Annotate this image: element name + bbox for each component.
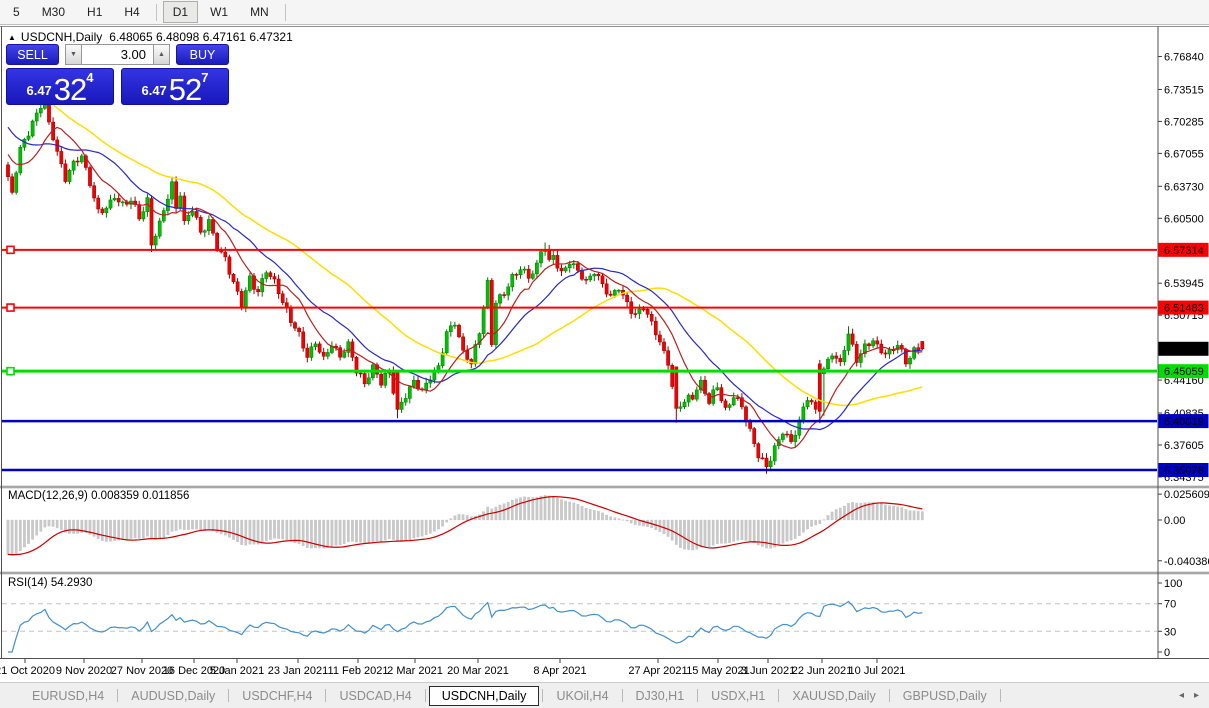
macd-indicator-label: MACD(12,26,9) 0.008359 0.011856 — [8, 490, 189, 502]
one-click-trading-panel: SELL ▼ 3.00 ▲ BUY 6.47 32 4 6.47 52 7 — [6, 44, 229, 105]
svg-text:9 Nov 2020: 9 Nov 2020 — [56, 665, 112, 677]
collapse-panel-icon[interactable]: ▲ — [8, 33, 16, 42]
svg-text:2 Mar 2021: 2 Mar 2021 — [387, 665, 443, 677]
svg-text:-0.040386: -0.040386 — [1164, 556, 1209, 568]
buy-price-big: 52 — [169, 77, 201, 102]
chart-ohlc-title: ▲ USDCNH,Daily 6.48065 6.48098 6.47161 6.4… — [8, 30, 293, 44]
tab-separator — [542, 689, 543, 702]
svg-text:27 Apr 2021: 27 Apr 2021 — [628, 665, 687, 677]
svg-text:3 Jun 2021: 3 Jun 2021 — [741, 665, 795, 677]
svg-text:6.70285: 6.70285 — [1164, 116, 1204, 128]
buy-price-prefix: 6.47 — [141, 83, 166, 98]
chart-tab-AUDUSD-Daily[interactable]: AUDUSD,Daily — [121, 686, 225, 706]
chart-ohlc-values: 6.48065 6.48098 6.47161 6.47321 — [109, 30, 293, 44]
svg-text:6.60500: 6.60500 — [1164, 213, 1204, 225]
svg-text:6.37605: 6.37605 — [1164, 440, 1204, 452]
tab-separator — [778, 689, 779, 702]
chart-tab-USDCHF-H4[interactable]: USDCHF,H4 — [232, 686, 322, 706]
svg-text:0.00: 0.00 — [1164, 515, 1185, 527]
sell-price-button[interactable]: 6.47 32 4 — [6, 68, 114, 105]
triangle-up-icon: ▲ — [158, 51, 165, 58]
tab-separator — [889, 689, 890, 702]
volume-decrease-button[interactable]: ▼ — [65, 44, 82, 65]
volume-input[interactable]: 3.00 — [82, 44, 153, 65]
triangle-down-icon: ▼ — [70, 51, 77, 58]
tabs-scroll-left-icon[interactable]: ◂ — [1179, 690, 1184, 701]
tab-separator — [1000, 689, 1001, 702]
buy-price-pip: 7 — [201, 70, 208, 85]
svg-text:0.025609: 0.025609 — [1164, 489, 1209, 501]
buy-button[interactable]: BUY — [176, 44, 229, 65]
svg-text:6.40019: 6.40019 — [1164, 416, 1204, 428]
svg-text:5 Jan 2021: 5 Jan 2021 — [210, 665, 264, 677]
sell-button[interactable]: SELL — [6, 44, 59, 65]
svg-text:6.45059: 6.45059 — [1164, 366, 1204, 378]
svg-text:23 Jan 2021: 23 Jan 2021 — [268, 665, 329, 677]
svg-text:0: 0 — [1164, 647, 1170, 659]
sell-price-prefix: 6.47 — [26, 83, 51, 98]
svg-text:6.51483: 6.51483 — [1164, 303, 1204, 315]
tab-separator — [228, 689, 229, 702]
svg-text:10 Jul 2021: 10 Jul 2021 — [849, 665, 906, 677]
chart-tab-USDCAD-H4[interactable]: USDCAD,H4 — [329, 686, 421, 706]
sell-price-big: 32 — [54, 77, 86, 102]
chart-tabs-bar: EURUSD,H4 AUDUSD,Daily USDCHF,H4 USDCAD,H4 U… — [0, 682, 1209, 708]
svg-text:6.53945: 6.53945 — [1164, 278, 1204, 290]
svg-text:8 Apr 2021: 8 Apr 2021 — [533, 665, 586, 677]
chart-tab-EURUSD-H4[interactable]: EURUSD,H4 — [22, 686, 114, 706]
chart-tab-GBPUSD-Daily[interactable]: GBPUSD,Daily — [893, 686, 997, 706]
svg-text:6.76840: 6.76840 — [1164, 52, 1204, 64]
buy-price-button[interactable]: 6.47 52 7 — [121, 68, 229, 105]
tab-separator — [697, 689, 698, 702]
chart-tab-DJ30-H1[interactable]: DJ30,H1 — [626, 686, 695, 706]
chart-tab-USDX-H1[interactable]: USDX,H1 — [701, 686, 775, 706]
chart-tab-XAUUSD-Daily[interactable]: XAUUSD,Daily — [782, 686, 885, 706]
chart-tab-UKOil-H4[interactable]: UKOil,H4 — [546, 686, 618, 706]
svg-text:6.57314: 6.57314 — [1164, 245, 1204, 257]
svg-text:11 Feb 2021: 11 Feb 2021 — [328, 665, 389, 677]
volume-increase-button[interactable]: ▲ — [153, 44, 170, 65]
tab-separator — [117, 689, 118, 702]
svg-text:21 Oct 2020: 21 Oct 2020 — [0, 665, 55, 677]
chart-symbol-period: USDCNH,Daily — [21, 30, 102, 44]
svg-text:100: 100 — [1164, 578, 1182, 590]
svg-text:6.63730: 6.63730 — [1164, 181, 1204, 193]
svg-text:22 Jun 2021: 22 Jun 2021 — [792, 665, 853, 677]
svg-text:30: 30 — [1164, 626, 1176, 638]
tab-scroll-arrows: ◂ ▸ — [1179, 690, 1199, 701]
tab-separator — [425, 689, 426, 702]
rsi-indicator-label: RSI(14) 54.2930 — [8, 577, 92, 589]
svg-text:6.35078: 6.35078 — [1164, 465, 1204, 477]
sell-price-pip: 4 — [86, 70, 93, 85]
chart-tab-USDCNH-Daily[interactable]: USDCNH,Daily — [429, 686, 540, 706]
tabs-scroll-right-icon[interactable]: ▸ — [1194, 690, 1199, 701]
svg-text:6.73515: 6.73515 — [1164, 84, 1204, 96]
svg-text:6.67055: 6.67055 — [1164, 148, 1204, 160]
tab-separator — [622, 689, 623, 702]
svg-text:6.47321: 6.47321 — [1164, 344, 1204, 356]
svg-text:20 Mar 2021: 20 Mar 2021 — [447, 665, 509, 677]
tab-separator — [325, 689, 326, 702]
svg-text:70: 70 — [1164, 599, 1176, 611]
